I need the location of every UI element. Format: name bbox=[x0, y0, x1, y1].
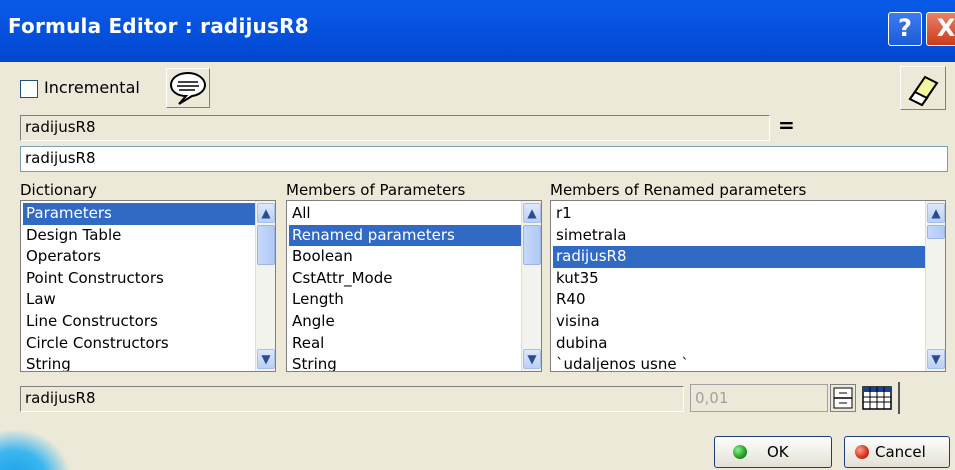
scroll-down-icon[interactable]: ▼ bbox=[523, 349, 541, 369]
window-title: Formula Editor : radijusR8 bbox=[8, 14, 309, 38]
scrollbar[interactable]: ▲ ▼ bbox=[925, 201, 945, 371]
members-of-parameters-list[interactable]: All Renamed parameters Boolean CstAttr_M… bbox=[286, 200, 542, 372]
scrollbar[interactable]: ▲ ▼ bbox=[521, 201, 541, 371]
list-item[interactable]: Angle bbox=[289, 311, 521, 333]
selected-member-field: radijusR8 bbox=[20, 386, 684, 412]
parameter-name-field: radijusR8 bbox=[20, 115, 770, 141]
incremental-label[interactable]: Incremental bbox=[44, 78, 140, 97]
list-item[interactable]: Circle Constructors bbox=[23, 333, 255, 355]
list-item[interactable]: Boolean bbox=[289, 246, 521, 268]
list-item[interactable]: simetrala bbox=[553, 225, 925, 247]
list-item[interactable]: CstAttr_Mode bbox=[289, 268, 521, 290]
comment-button[interactable] bbox=[166, 68, 210, 108]
list-item[interactable]: Length bbox=[289, 289, 521, 311]
ok-label: OK bbox=[767, 443, 789, 461]
list-item[interactable]: visina bbox=[553, 311, 925, 333]
incremental-checkbox[interactable] bbox=[20, 80, 38, 98]
dictionary-label: Dictionary bbox=[20, 181, 97, 199]
list-item[interactable]: kut35 bbox=[553, 268, 925, 290]
dictionary-list[interactable]: Parameters Design Table Operators Point … bbox=[20, 200, 276, 372]
list-item[interactable]: dubina bbox=[553, 333, 925, 355]
scrollbar[interactable]: ▲ ▼ bbox=[255, 201, 275, 371]
list-item[interactable]: Operators bbox=[23, 246, 255, 268]
scroll-thumb[interactable] bbox=[927, 225, 945, 239]
members-of-parameters-label: Members of Parameters bbox=[286, 181, 466, 199]
eraser-icon bbox=[908, 75, 939, 107]
equals-sign: = bbox=[778, 113, 795, 137]
scroll-thumb[interactable] bbox=[523, 225, 541, 265]
ok-button[interactable]: OK bbox=[714, 436, 832, 468]
list-item[interactable]: `udaljenos usne ` bbox=[553, 354, 925, 371]
corner-decoration bbox=[0, 430, 70, 470]
spinner-icon bbox=[833, 387, 853, 409]
scroll-up-icon[interactable]: ▲ bbox=[523, 203, 541, 223]
cancel-label: Cancel bbox=[875, 443, 926, 461]
list-item[interactable]: Parameters bbox=[23, 203, 255, 225]
list-item[interactable]: Law bbox=[23, 289, 255, 311]
scroll-down-icon[interactable]: ▼ bbox=[927, 349, 945, 369]
list-item[interactable]: String bbox=[289, 354, 521, 371]
scroll-up-icon[interactable]: ▲ bbox=[257, 203, 275, 223]
scroll-up-icon[interactable]: ▲ bbox=[927, 203, 945, 223]
spinner-button[interactable] bbox=[830, 384, 856, 412]
separator bbox=[898, 382, 900, 414]
scroll-down-icon[interactable]: ▼ bbox=[257, 349, 275, 369]
list-item[interactable]: Design Table bbox=[23, 225, 255, 247]
value-field: 0,01 bbox=[690, 384, 828, 412]
red-dot-icon bbox=[855, 445, 869, 459]
green-dot-icon bbox=[733, 445, 747, 459]
eraser-button[interactable] bbox=[900, 66, 946, 110]
list-item[interactable]: Real bbox=[289, 333, 521, 355]
list-item[interactable]: Point Constructors bbox=[23, 268, 255, 290]
title-bar: Formula Editor : radijusR8 ? X bbox=[0, 0, 955, 62]
list-item[interactable]: R40 bbox=[553, 289, 925, 311]
members-of-renamed-label: Members of Renamed parameters bbox=[550, 181, 807, 199]
close-button[interactable]: X bbox=[926, 12, 955, 46]
list-item[interactable]: radijusR8 bbox=[553, 246, 925, 268]
table-icon bbox=[862, 386, 892, 410]
speech-bubble-icon bbox=[169, 71, 207, 105]
help-button[interactable]: ? bbox=[888, 12, 922, 46]
members-of-renamed-list[interactable]: r1 simetrala radijusR8 kut35 R40 visina … bbox=[550, 200, 946, 372]
list-item[interactable]: String bbox=[23, 354, 255, 371]
list-item[interactable]: Line Constructors bbox=[23, 311, 255, 333]
table-button[interactable] bbox=[862, 386, 892, 410]
cancel-button[interactable]: Cancel bbox=[844, 436, 950, 468]
list-item[interactable]: All bbox=[289, 203, 521, 225]
list-item[interactable]: Renamed parameters bbox=[289, 224, 521, 247]
formula-input[interactable]: radijusR8 bbox=[20, 146, 948, 172]
scroll-thumb[interactable] bbox=[257, 225, 275, 265]
list-item[interactable]: r1 bbox=[553, 203, 925, 225]
